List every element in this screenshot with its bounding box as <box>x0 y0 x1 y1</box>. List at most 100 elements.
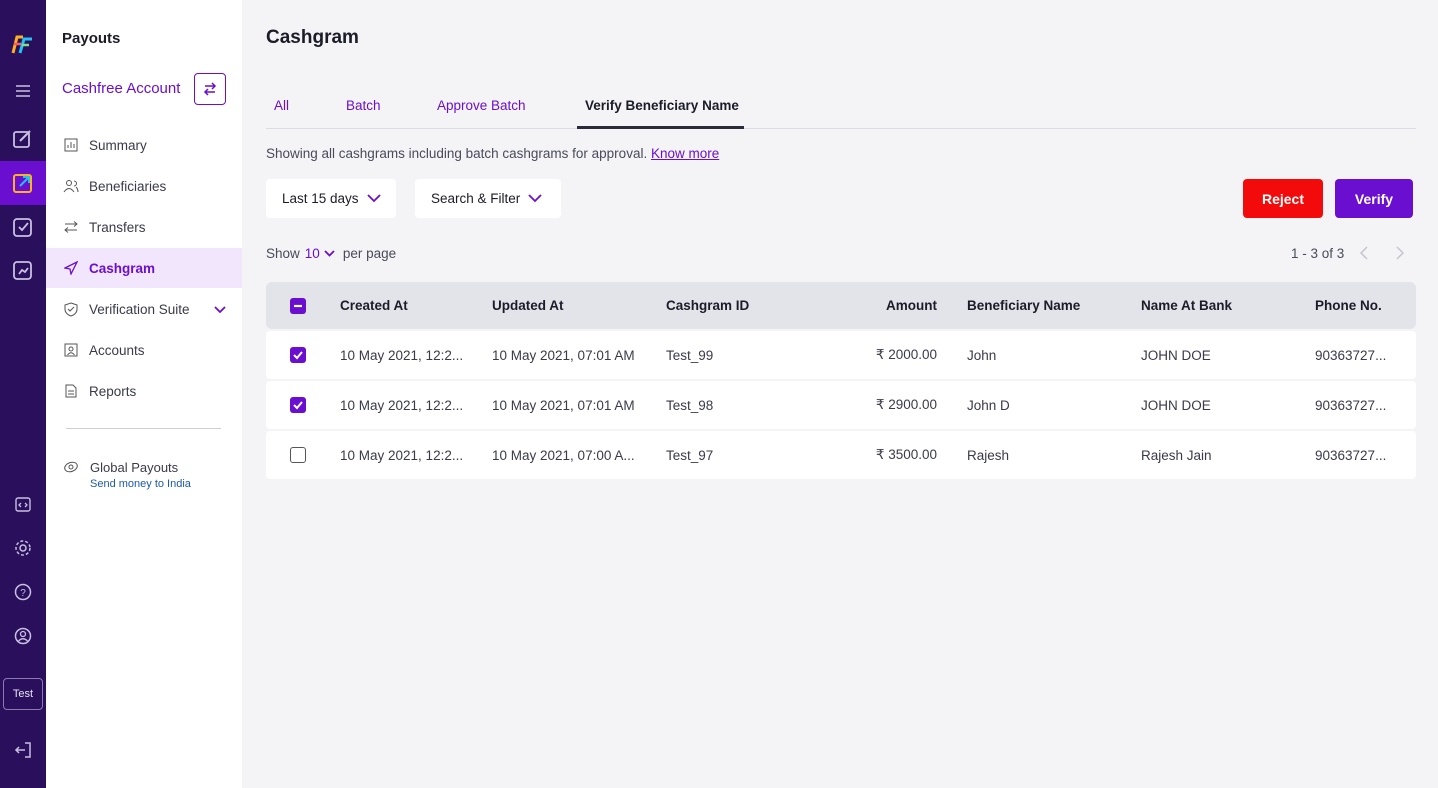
settings-icon[interactable] <box>0 526 46 570</box>
show-label: Show <box>266 246 300 261</box>
sidebar-item-transfers[interactable]: Transfers <box>46 207 242 247</box>
column-header[interactable]: Created At <box>340 282 480 329</box>
cell-beneficiary-name: John D <box>967 397 1010 413</box>
transfer-icon <box>63 219 79 235</box>
cell-name-at-bank: Rajesh Jain <box>1141 447 1212 463</box>
sidebar-item-accounts[interactable]: Accounts <box>46 330 242 370</box>
date-range-value: Last 15 days <box>282 191 359 206</box>
global-payouts-title: Global Payouts <box>90 460 179 475</box>
shield-icon <box>63 301 79 317</box>
account-icon <box>63 342 79 358</box>
sidebar-item-reports[interactable]: Reports <box>46 371 242 411</box>
row-checkbox[interactable] <box>290 347 306 363</box>
sidebar-item-label: Reports <box>89 383 137 399</box>
sidebar-item-label: Accounts <box>89 342 145 358</box>
chevron-down-icon[interactable] <box>214 302 226 317</box>
sidebar-title: Payouts <box>62 30 121 47</box>
cell-updated-at: 10 May 2021, 07:01 AM <box>492 397 635 413</box>
column-header[interactable]: Amount <box>826 282 937 329</box>
tab-approve-batch[interactable]: Approve Batch <box>437 98 526 113</box>
sidebar-item-label: Verification Suite <box>89 301 190 317</box>
pagination-info: 1 - 3 of 3 <box>1291 246 1345 261</box>
column-header[interactable]: Updated At <box>492 282 652 329</box>
table-row[interactable]: 10 May 2021, 12:2... 10 May 2021, 07:01 … <box>266 331 1416 379</box>
per-page-label: per page <box>342 246 397 261</box>
payouts-icon[interactable] <box>0 161 46 205</box>
sidebar-item-label: Transfers <box>89 219 146 235</box>
column-header[interactable]: Cashgram ID <box>666 282 806 329</box>
reject-button[interactable]: Reject <box>1243 179 1323 218</box>
edit-icon[interactable] <box>0 117 46 161</box>
app-rail: ? Test <box>0 0 46 788</box>
table-row[interactable]: 10 May 2021, 12:2... 10 May 2021, 07:01 … <box>266 381 1416 429</box>
verify-button[interactable]: Verify <box>1335 179 1413 218</box>
cell-cashgram-id: Test_98 <box>666 397 714 413</box>
chevron-right-icon[interactable] <box>1396 246 1405 265</box>
cell-amount: ₹ 3500.00 <box>875 447 937 462</box>
cell-beneficiary-name: John <box>967 347 997 363</box>
developer-icon[interactable] <box>0 482 46 526</box>
cell-amount: ₹ 2900.00 <box>875 397 937 412</box>
row-checkbox[interactable] <box>290 397 306 413</box>
search-filter-dropdown[interactable]: Search & Filter <box>415 179 561 218</box>
cell-cashgram-id: Test_99 <box>666 347 714 363</box>
globe-icon <box>63 460 79 479</box>
sidebar: Payouts Cashfree Account Summary Benefic… <box>46 0 242 788</box>
cell-phone: 90363727... <box>1315 447 1387 463</box>
column-header[interactable]: Name At Bank <box>1141 282 1301 329</box>
row-checkbox[interactable] <box>290 447 306 463</box>
collect-icon[interactable] <box>0 205 46 249</box>
tab-bar: All Batch Approve Batch Verify Beneficia… <box>266 90 1416 129</box>
info-text: Showing all cashgrams including batch ca… <box>266 146 719 161</box>
info-message: Showing all cashgrams including batch ca… <box>266 146 648 161</box>
cell-created-at: 10 May 2021, 12:2... <box>340 347 464 363</box>
chevron-down-icon <box>366 194 381 203</box>
cell-phone: 90363727... <box>1315 347 1387 363</box>
tab-batch[interactable]: Batch <box>346 98 381 113</box>
sidebar-item-cashgram[interactable]: Cashgram <box>46 248 242 288</box>
account-name[interactable]: Cashfree Account <box>62 80 182 97</box>
chevron-down-icon[interactable] <box>324 250 335 257</box>
test-mode-badge[interactable]: Test <box>3 678 43 710</box>
sidebar-item-label: Summary <box>89 137 147 153</box>
sidebar-item-label: Beneficiaries <box>89 178 167 194</box>
sidebar-item-beneficiaries[interactable]: Beneficiaries <box>46 166 242 206</box>
sidebar-item-summary[interactable]: Summary <box>46 125 242 165</box>
select-all-checkbox[interactable] <box>290 298 306 314</box>
cell-name-at-bank: JOHN DOE <box>1141 397 1211 413</box>
cell-name-at-bank: JOHN DOE <box>1141 347 1211 363</box>
send-icon <box>63 260 79 276</box>
cell-created-at: 10 May 2021, 12:2... <box>340 397 464 413</box>
logout-icon[interactable] <box>0 728 46 772</box>
cell-cashgram-id: Test_97 <box>666 447 714 463</box>
table-row[interactable]: 10 May 2021, 12:2... 10 May 2021, 07:00 … <box>266 431 1416 479</box>
know-more-link[interactable]: Know more <box>651 146 719 161</box>
date-range-dropdown[interactable]: Last 15 days <box>266 179 396 218</box>
search-filter-label: Search & Filter <box>431 191 521 206</box>
menu-icon[interactable] <box>0 69 46 113</box>
tab-all[interactable]: All <box>274 98 289 113</box>
docs-icon[interactable] <box>0 248 46 292</box>
document-icon <box>63 383 79 399</box>
table-header: Created At Updated At Cashgram ID Amount… <box>266 282 1416 329</box>
column-header[interactable]: Beneficiary Name <box>967 282 1127 329</box>
swap-icon <box>203 82 217 96</box>
sidebar-item-verification-suite[interactable]: Verification Suite <box>46 289 242 329</box>
svg-text:?: ? <box>20 588 26 599</box>
cell-phone: 90363727... <box>1315 397 1387 413</box>
sidebar-divider <box>66 428 221 429</box>
profile-icon[interactable] <box>0 614 46 658</box>
users-icon <box>63 178 79 194</box>
per-page-select[interactable]: 10 <box>305 246 320 261</box>
chevron-left-icon[interactable] <box>1359 246 1368 265</box>
switch-account-button[interactable] <box>194 73 226 105</box>
column-header[interactable]: Phone No. <box>1315 282 1405 329</box>
cashfree-logo[interactable] <box>0 22 46 66</box>
tab-verify-beneficiary-name[interactable]: Verify Beneficiary Name <box>585 98 739 113</box>
cell-updated-at: 10 May 2021, 07:00 A... <box>492 447 635 463</box>
cell-beneficiary-name: Rajesh <box>967 447 1010 463</box>
chevron-down-icon <box>528 194 542 203</box>
help-icon[interactable]: ? <box>0 570 46 614</box>
per-page-control: Show 10 per page <box>266 246 396 261</box>
active-tab-indicator <box>577 126 744 129</box>
